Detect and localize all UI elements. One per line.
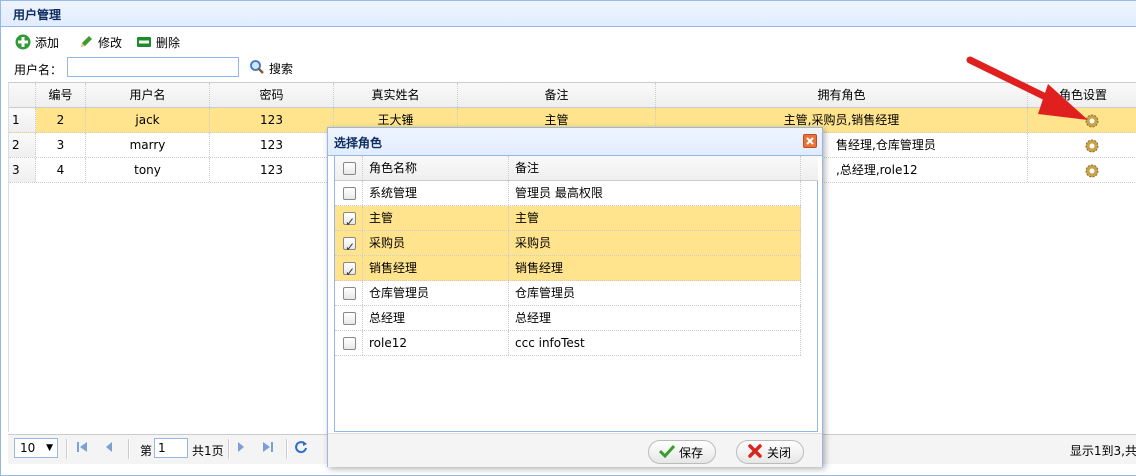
role-note: 销售经理 bbox=[509, 256, 801, 280]
username-label: 用户名： bbox=[14, 63, 63, 77]
page-size-select[interactable]: 10 ▼ bbox=[14, 438, 58, 458]
page-label: 第 bbox=[140, 444, 153, 458]
role-note: 总经理 bbox=[509, 306, 801, 330]
role-name: 销售经理 bbox=[363, 256, 509, 280]
pager-separator bbox=[66, 439, 68, 459]
search-icon bbox=[249, 59, 265, 78]
cell-username: marry bbox=[86, 133, 210, 157]
header-role-name[interactable]: 角色名称 bbox=[363, 156, 509, 180]
select-all-checkbox[interactable] bbox=[343, 162, 356, 175]
role-name: 主管 bbox=[363, 206, 509, 230]
cell-password: 123 bbox=[210, 108, 334, 132]
delete-label: 删除 bbox=[156, 35, 181, 50]
cell-id: 2 bbox=[36, 108, 86, 132]
cell-username: jack bbox=[86, 108, 210, 132]
save-label: 保存 bbox=[679, 445, 704, 460]
minus-icon bbox=[136, 34, 152, 50]
next-page-icon[interactable] bbox=[236, 440, 246, 457]
cell-role-settings bbox=[1028, 158, 1136, 182]
row-number: 1 bbox=[9, 108, 36, 132]
role-note: 采购员 bbox=[509, 231, 801, 255]
list-item[interactable]: ✓ 销售经理 销售经理 bbox=[335, 256, 801, 281]
total-pages-label: 共1页 bbox=[192, 444, 224, 458]
pager-separator bbox=[228, 439, 230, 459]
row-number: 3 bbox=[9, 158, 36, 182]
role-note: 仓库管理员 bbox=[509, 281, 801, 305]
role-checkbox[interactable] bbox=[343, 187, 356, 200]
role-checkbox[interactable] bbox=[343, 337, 356, 350]
plus-icon bbox=[15, 34, 31, 50]
role-checkbox[interactable] bbox=[343, 287, 356, 300]
first-page-icon[interactable] bbox=[76, 440, 88, 457]
refresh-icon[interactable] bbox=[294, 440, 308, 457]
edit-button[interactable]: 修改 bbox=[78, 33, 122, 51]
list-item[interactable]: ✓ 采购员 采购员 bbox=[335, 231, 801, 256]
role-checkbox[interactable]: ✓ bbox=[343, 237, 356, 254]
cell-password: 123 bbox=[210, 133, 334, 157]
list-item[interactable]: ✓ 主管 主管 bbox=[335, 206, 801, 231]
cell-id: 4 bbox=[36, 158, 86, 182]
page-number-input[interactable]: 1 bbox=[154, 438, 188, 458]
cell-username: tony bbox=[86, 158, 210, 182]
select-role-dialog: 选择角色 角色名称 备注 系统管理 管理员 最高权限 ✓ 主管 主管 ✓ 采购员… bbox=[327, 127, 823, 467]
role-checkbox[interactable]: ✓ bbox=[343, 262, 356, 279]
pager-separator bbox=[286, 439, 288, 459]
cross-icon bbox=[747, 443, 763, 462]
close-label: 关闭 bbox=[767, 445, 792, 460]
role-note: ccc infoTest bbox=[509, 331, 801, 355]
page-info: 显示1到3,共 bbox=[1069, 444, 1136, 458]
page-size-value: 10 bbox=[20, 441, 36, 455]
pencil-icon bbox=[78, 34, 94, 50]
pager-separator bbox=[128, 439, 130, 459]
gear-icon[interactable] bbox=[1084, 138, 1100, 157]
role-grid-header: 角色名称 备注 bbox=[335, 156, 801, 181]
dialog-footer: 保存 关闭 bbox=[328, 433, 822, 467]
add-button[interactable]: 添加 bbox=[15, 33, 59, 51]
edit-label: 修改 bbox=[98, 35, 123, 50]
role-grid: 角色名称 备注 系统管理 管理员 最高权限 ✓ 主管 主管 ✓ 采购员 采购员 … bbox=[334, 156, 818, 432]
header-role-note[interactable]: 备注 bbox=[509, 156, 801, 180]
last-page-icon[interactable] bbox=[262, 440, 274, 457]
search-label-text: 搜索 bbox=[269, 62, 294, 76]
red-arrow-annotation bbox=[960, 52, 1100, 135]
list-item[interactable]: 总经理 总经理 bbox=[335, 306, 801, 331]
header-username[interactable]: 用户名 bbox=[86, 83, 210, 107]
header-rownum bbox=[9, 83, 36, 107]
delete-button[interactable]: 删除 bbox=[136, 33, 180, 51]
header-note[interactable]: 备注 bbox=[458, 83, 656, 107]
save-button[interactable]: 保存 bbox=[648, 440, 717, 464]
dialog-title: 选择角色 bbox=[328, 128, 822, 156]
checkmark-icon bbox=[658, 444, 676, 461]
header-password[interactable]: 密码 bbox=[210, 83, 334, 107]
chevron-down-icon: ▼ bbox=[46, 443, 53, 453]
username-search-input[interactable] bbox=[67, 57, 239, 77]
role-name: 采购员 bbox=[363, 231, 509, 255]
header-scroll-filler bbox=[801, 156, 818, 181]
list-item[interactable]: role12 ccc infoTest bbox=[335, 331, 801, 356]
search-button[interactable]: 搜索 bbox=[249, 59, 293, 78]
row-number: 2 bbox=[9, 133, 36, 157]
header-select-all[interactable] bbox=[335, 156, 363, 180]
header-id[interactable]: 编号 bbox=[36, 83, 86, 107]
role-name: 总经理 bbox=[363, 306, 509, 330]
role-checkbox[interactable] bbox=[343, 312, 356, 325]
role-note: 管理员 最高权限 bbox=[509, 181, 801, 205]
list-item[interactable]: 仓库管理员 仓库管理员 bbox=[335, 281, 801, 306]
panel-title: 用户管理 bbox=[1, 1, 1136, 27]
role-name: 仓库管理员 bbox=[363, 281, 509, 305]
role-name: role12 bbox=[363, 331, 509, 355]
cell-id: 3 bbox=[36, 133, 86, 157]
role-note: 主管 bbox=[509, 206, 801, 230]
role-name: 系统管理 bbox=[363, 181, 509, 205]
add-label: 添加 bbox=[35, 35, 60, 50]
cell-role-settings bbox=[1028, 133, 1136, 157]
role-checkbox[interactable]: ✓ bbox=[343, 212, 356, 229]
cell-password: 123 bbox=[210, 158, 334, 182]
close-icon[interactable] bbox=[803, 134, 817, 148]
header-realname[interactable]: 真实姓名 bbox=[334, 83, 458, 107]
list-item[interactable]: 系统管理 管理员 最高权限 bbox=[335, 181, 801, 206]
close-button[interactable]: 关闭 bbox=[736, 440, 805, 464]
prev-page-icon[interactable] bbox=[104, 440, 114, 457]
gear-icon[interactable] bbox=[1084, 163, 1100, 182]
